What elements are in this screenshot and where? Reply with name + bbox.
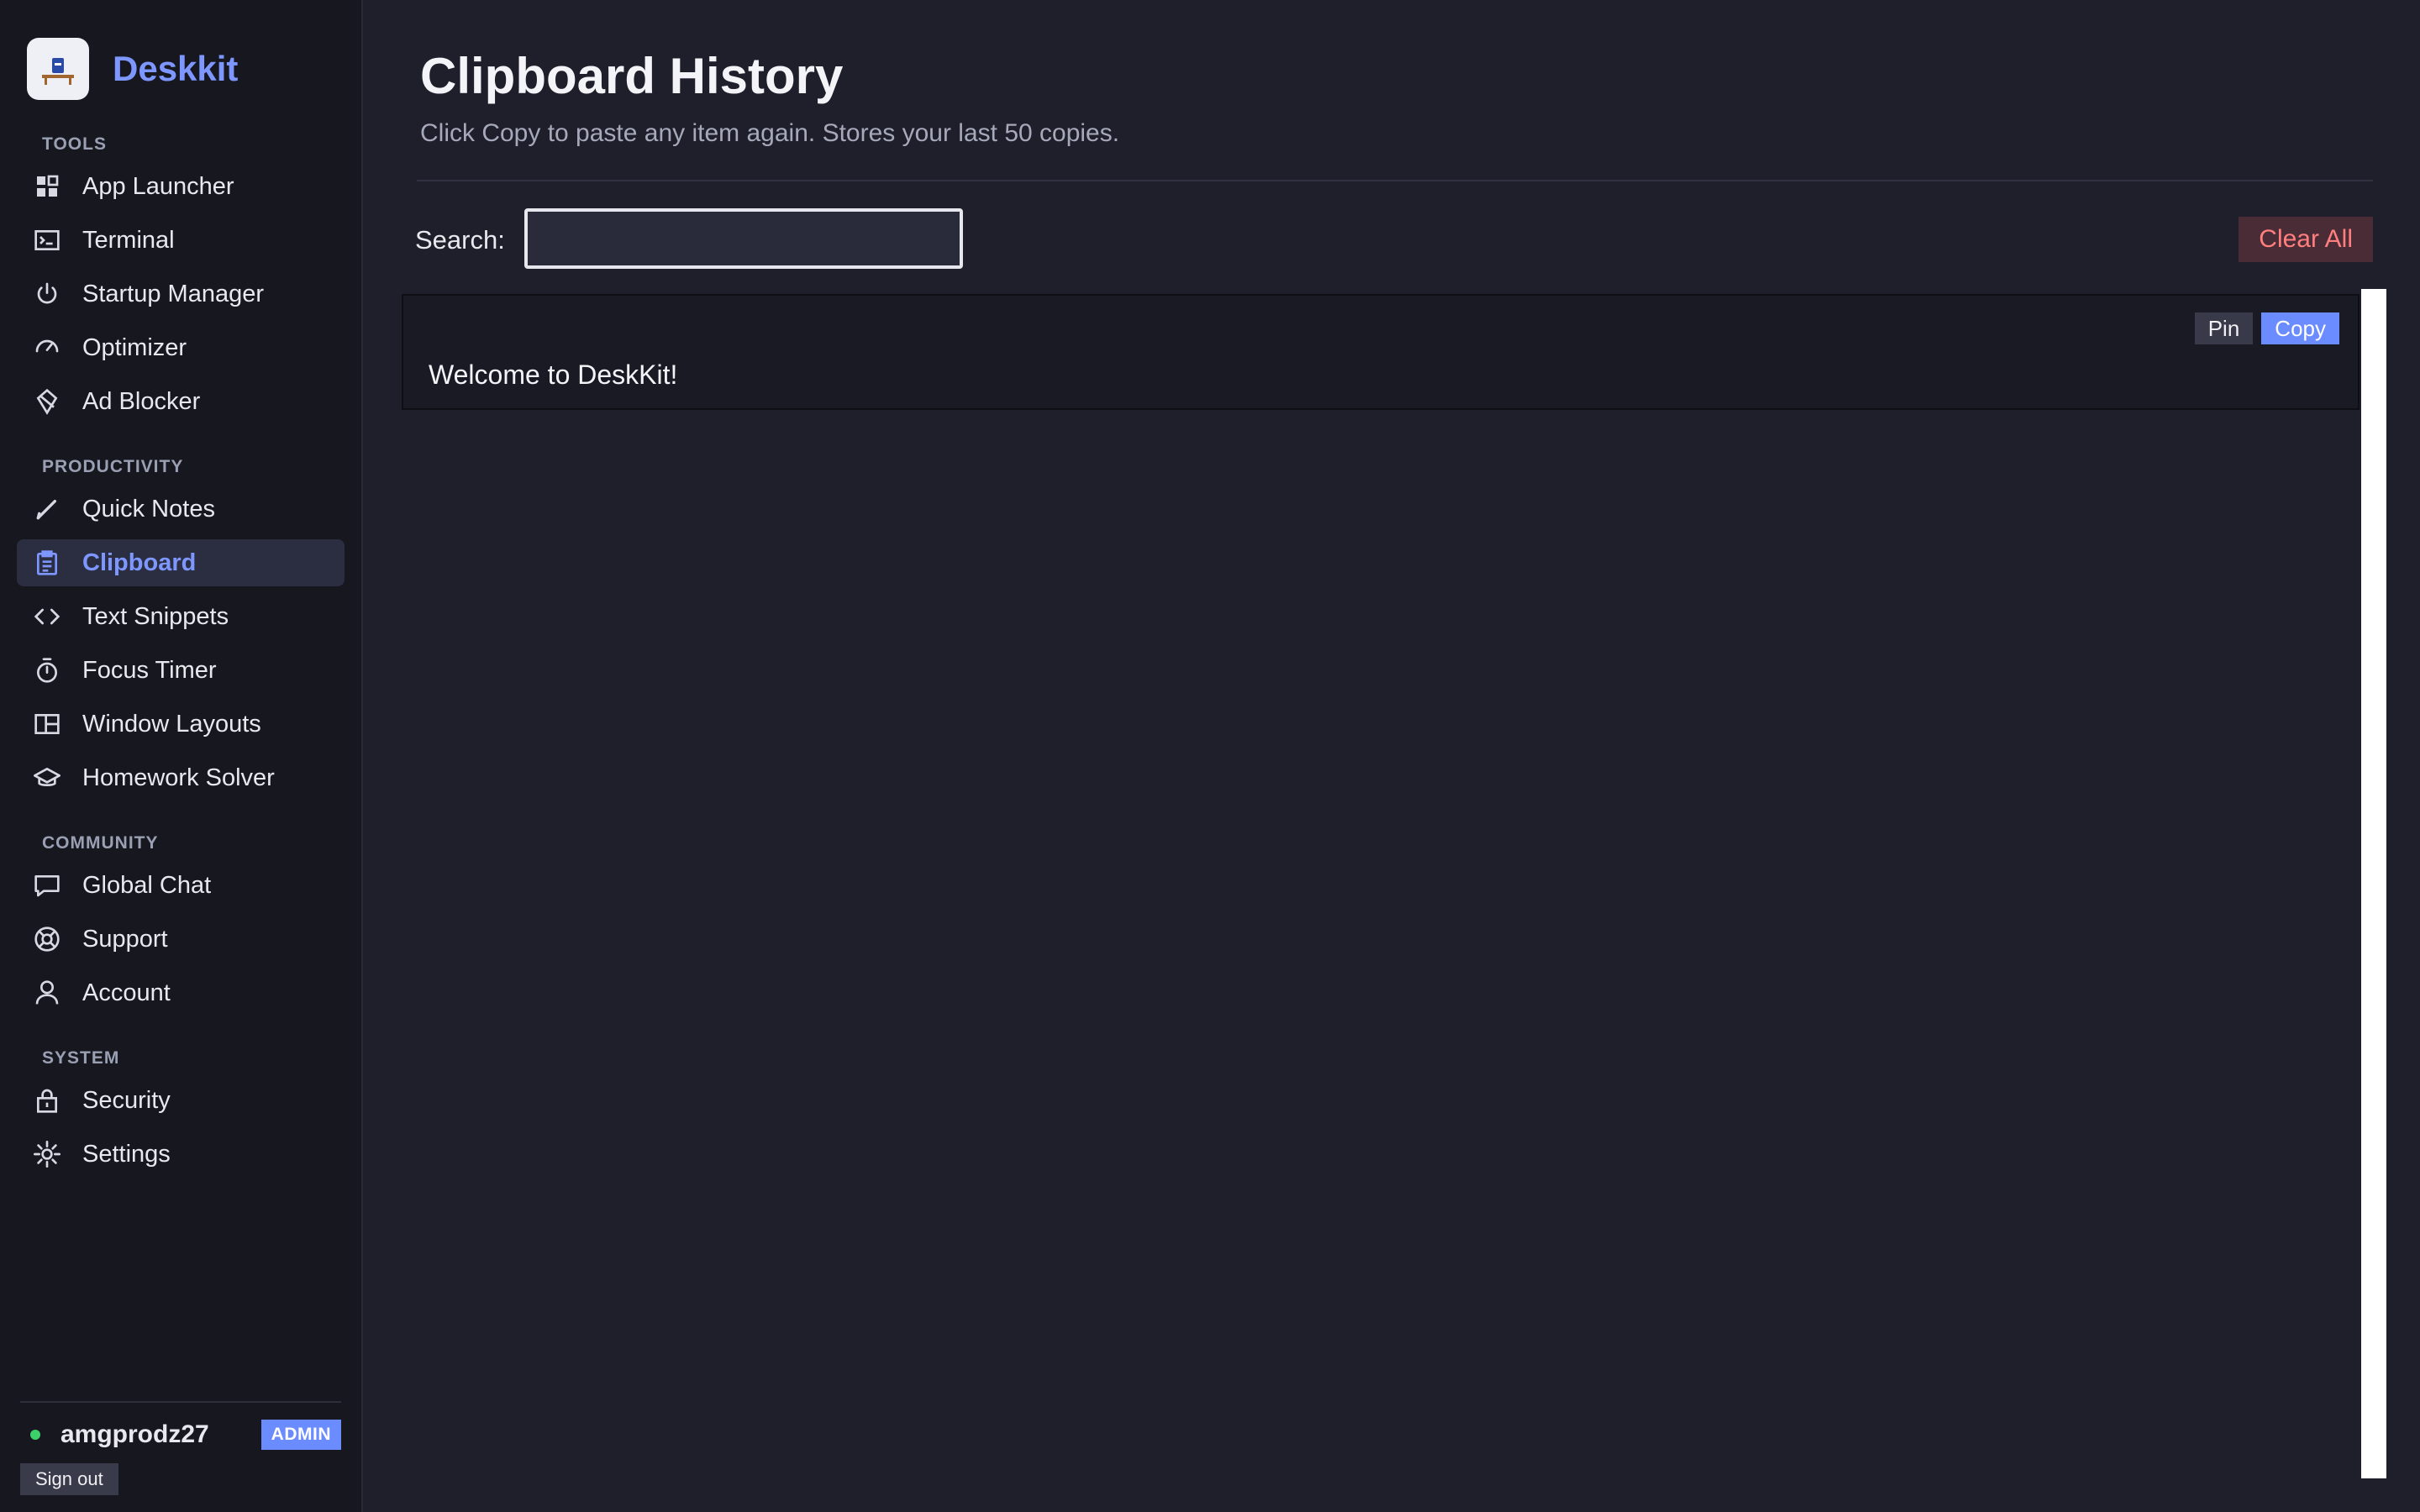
sidebar-item-window-layouts[interactable]: Window Layouts [17,701,345,748]
brand[interactable]: Deskkit [0,35,361,102]
copy-button[interactable]: Copy [2261,312,2339,344]
pin-button[interactable]: Pin [2194,312,2254,344]
lock-icon [34,1087,60,1114]
sidebar-item-clipboard[interactable]: Clipboard [17,539,345,586]
sidebar-item-account[interactable]: Account [17,969,345,1016]
sidebar-item-app-launcher[interactable]: App Launcher [17,163,345,210]
clipboard-item-text: Welcome to DeskKit! [429,360,678,390]
sidebar-item-ad-blocker[interactable]: Ad Blocker [17,378,345,425]
sidebar-item-label: Ad Blocker [82,387,201,415]
user-row: amgprodz27 ADMIN [20,1418,341,1452]
header-divider [417,180,2373,181]
deskkit-logo-icon [27,38,89,100]
scrollbar[interactable] [2361,289,2386,1478]
sidebar-item-label: Homework Solver [82,764,275,791]
sidebar-item-terminal[interactable]: Terminal [17,217,345,264]
sidebar-item-label: Quick Notes [82,495,215,522]
clipboard-icon [34,549,60,576]
gear-icon [34,1141,60,1168]
sidebar-item-optimizer[interactable]: Optimizer [17,324,345,371]
sidebar-item-quick-notes[interactable]: Quick Notes [17,486,345,533]
power-icon [34,281,60,307]
username: amgprodz27 [60,1420,209,1448]
clipboard-item-actions: Pin Copy [2194,312,2339,344]
stopwatch-icon [34,657,60,684]
clear-all-button[interactable]: Clear All [2238,217,2373,262]
sidebar-item-focus-timer[interactable]: Focus Timer [17,647,345,694]
section-label-productivity: PRODUCTIVITY [42,457,184,476]
pen-icon [34,496,60,522]
shield-block-icon [34,388,60,415]
sidebar: Deskkit TOOLS App Launcher Terminal Star… [0,0,363,1512]
main-content: Clipboard History Click Copy to paste an… [363,0,2420,1512]
brand-name: Deskkit [113,49,239,88]
sidebar-footer: amgprodz27 ADMIN Sign out [20,1401,341,1495]
search-label: Search: [415,225,505,255]
sidebar-item-label: Optimizer [82,333,187,361]
section-label-community: COMMUNITY [42,833,159,853]
chat-icon [34,872,60,899]
sidebar-item-global-chat[interactable]: Global Chat [17,862,345,909]
sidebar-item-label: App Launcher [82,172,234,200]
sidebar-item-label: Account [82,979,171,1006]
sidebar-item-startup-manager[interactable]: Startup Manager [17,270,345,318]
sidebar-item-label: Startup Manager [82,280,265,307]
sidebar-item-support[interactable]: Support [17,916,345,963]
sidebar-item-homework-solver[interactable]: Homework Solver [17,754,345,801]
section-label-tools: TOOLS [42,134,107,154]
sidebar-item-label: Support [82,925,168,953]
sidebar-item-text-snippets[interactable]: Text Snippets [17,593,345,640]
sidebar-item-label: Terminal [82,226,175,254]
section-label-system: SYSTEM [42,1048,120,1068]
role-badge: ADMIN [260,1420,341,1450]
layout-icon [34,711,60,738]
online-status-icon [30,1430,40,1440]
user-icon [34,979,60,1006]
sidebar-item-label: Global Chat [82,871,212,899]
sidebar-item-label: Settings [82,1140,171,1168]
code-icon [34,603,60,630]
sidebar-item-label: Text Snippets [82,602,229,630]
search-input[interactable] [524,208,963,269]
sidebar-item-settings[interactable]: Settings [17,1131,345,1178]
grid-icon [34,173,60,200]
clipboard-list: Pin Copy Welcome to DeskKit! [402,294,2378,410]
sidebar-item-label: Focus Timer [82,656,217,684]
lifebuoy-icon [34,926,60,953]
gauge-icon [34,334,60,361]
sidebar-item-label: Window Layouts [82,710,261,738]
terminal-icon [34,227,60,254]
sign-out-button[interactable]: Sign out [20,1463,118,1495]
sidebar-item-label: Clipboard [82,549,197,576]
sidebar-item-security[interactable]: Security [17,1077,345,1124]
graduation-cap-icon [34,764,60,791]
clipboard-item[interactable]: Pin Copy Welcome to DeskKit! [402,294,2360,410]
page-title: Clipboard History [420,48,844,104]
sidebar-item-label: Security [82,1086,171,1114]
app-window: Deskkit TOOLS App Launcher Terminal Star… [0,0,2420,1512]
page-subtitle: Click Copy to paste any item again. Stor… [420,119,1120,147]
